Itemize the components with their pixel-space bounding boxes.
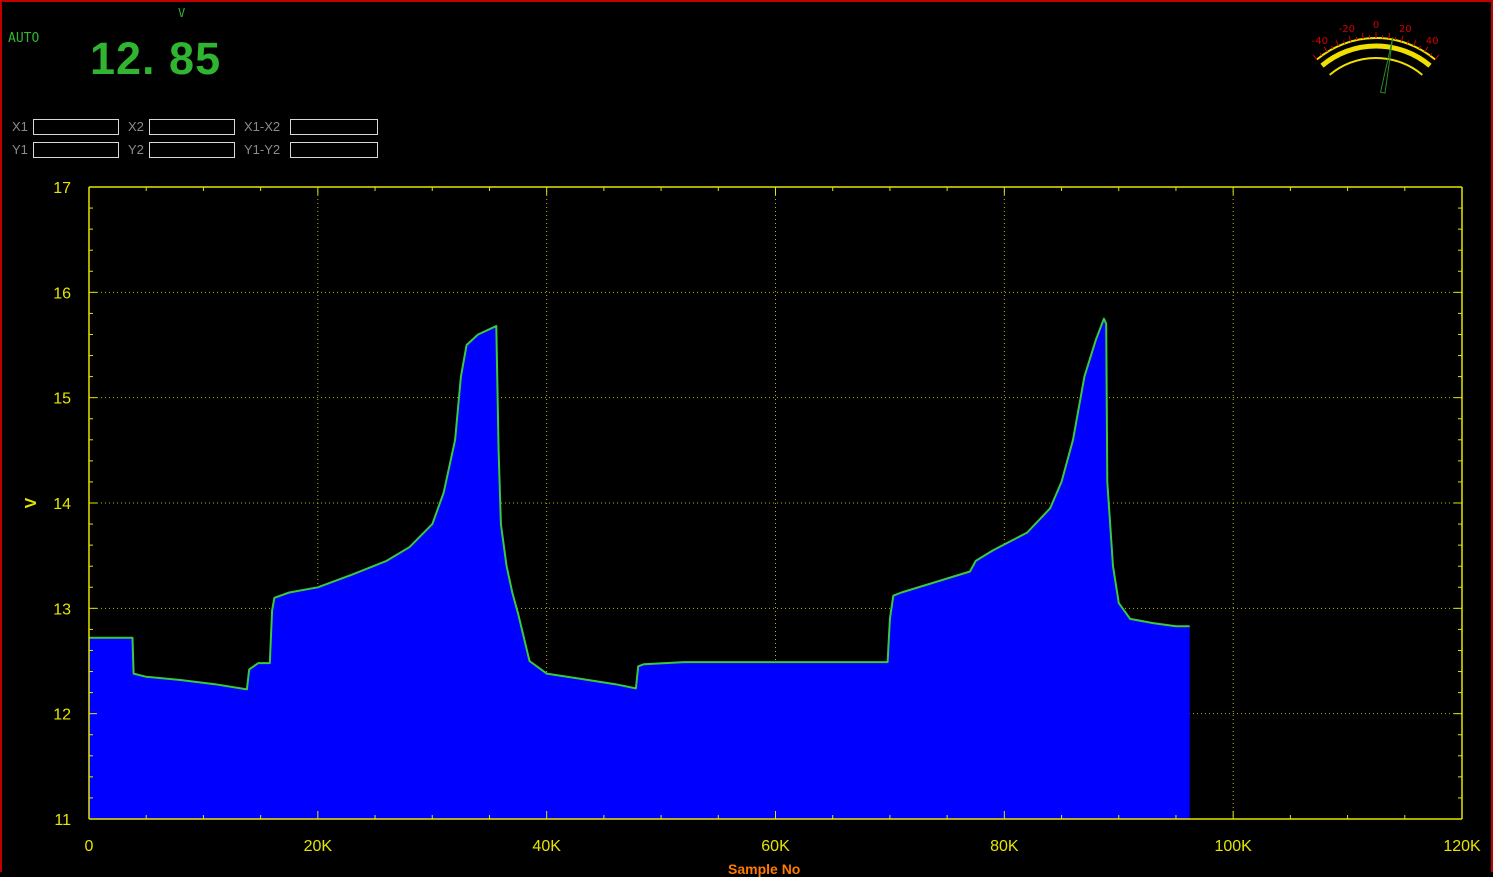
x-tick-label: 120K [1443,838,1481,855]
y-axis-label: V [23,497,40,508]
x-tick-label: 100K [1214,838,1252,855]
y-tick-label: 15 [53,391,71,408]
voltage-chart[interactable]: 11 12 13 14 15 16 17 0 20K 40K 60K 80K 100K 120K V [0,0,1493,872]
y-tick-label: 11 [54,812,71,829]
y-tick-label: 14 [53,496,71,513]
x-axis-label: Sample No [728,861,800,877]
x-tick-label: 60K [761,838,790,855]
x-tick-label: 20K [304,838,333,855]
x-tick-label: 40K [532,838,561,855]
x-tick-label: 0 [85,838,94,855]
area-fill [89,319,1190,819]
chart-area [89,319,1190,819]
x-tick-label: 80K [990,838,1019,855]
y-tick-label: 17 [53,180,71,197]
y-tick-label: 12 [53,707,71,724]
y-tick-label: 13 [53,601,71,618]
y-tick-label: 16 [53,285,71,302]
